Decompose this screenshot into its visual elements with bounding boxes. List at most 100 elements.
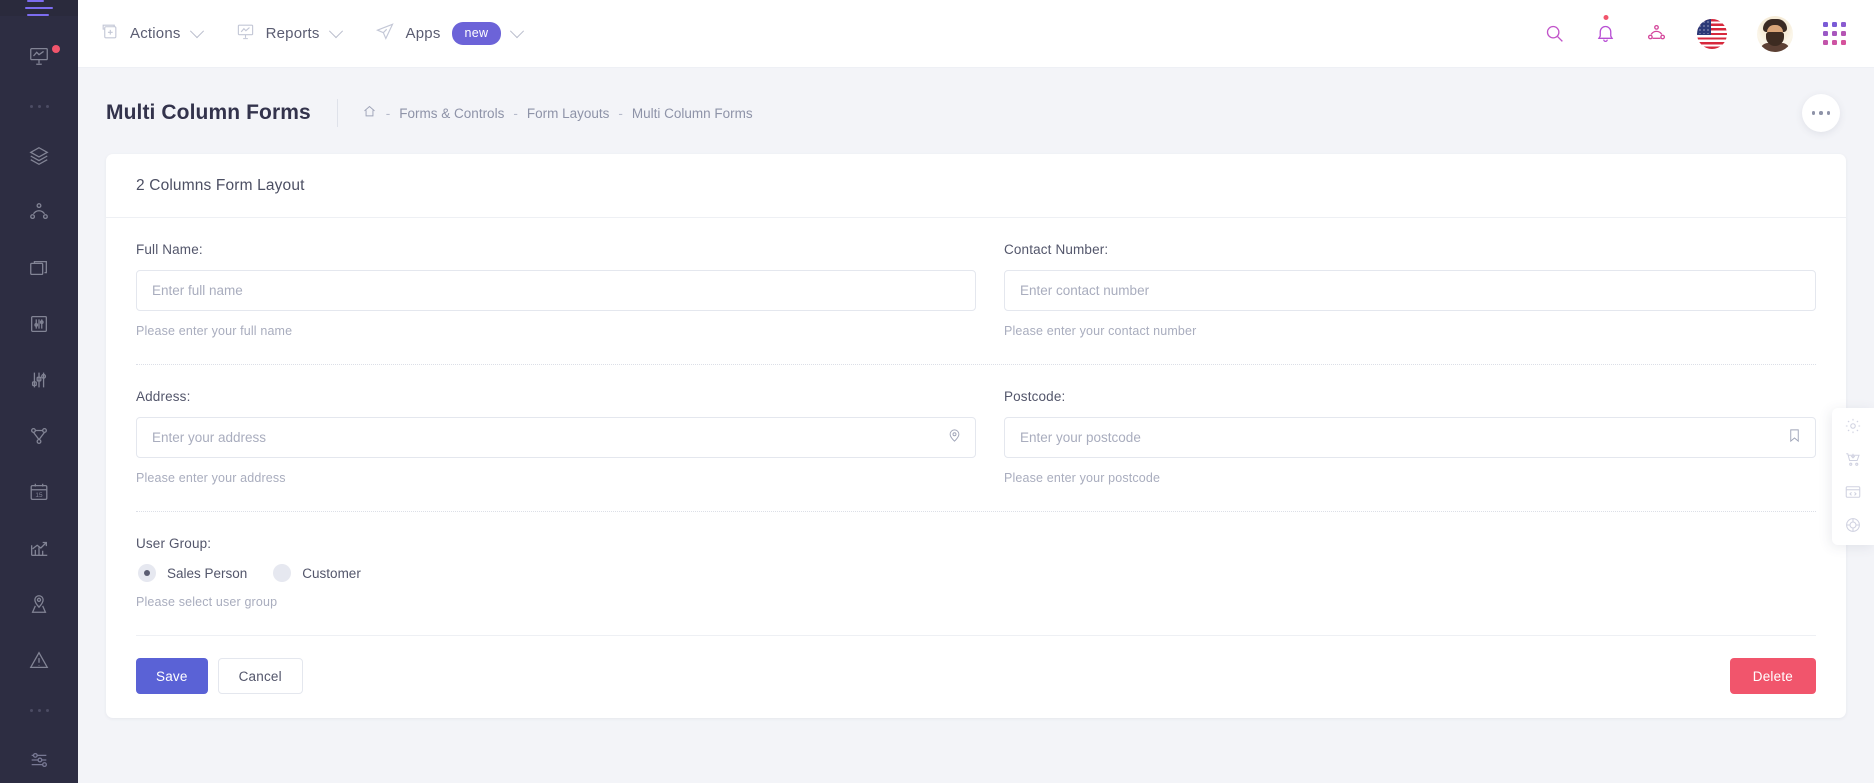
sidebar-item-share-nodes[interactable]	[0, 408, 78, 464]
address-input[interactable]	[136, 417, 976, 458]
code-window-icon[interactable]	[1844, 483, 1862, 501]
field-help-text: Please select user group	[136, 595, 1816, 609]
breadcrumb-item-current: Multi Column Forms	[632, 106, 753, 121]
sidebar-item-calendar[interactable]: 15	[0, 464, 78, 520]
flag-us-icon[interactable]	[1697, 19, 1727, 49]
sidebar-item-warning[interactable]	[0, 632, 78, 688]
presentation-chart-icon	[236, 22, 255, 46]
form-card: 2 Columns Form Layout Full Name: Please …	[106, 154, 1846, 718]
field-label: Contact Number:	[1004, 242, 1816, 257]
sidebar-item-settings[interactable]	[0, 732, 78, 783]
breadcrumb-item-forms-controls[interactable]: Forms & Controls	[399, 106, 504, 121]
full-name-input[interactable]	[136, 270, 976, 311]
contact-number-input[interactable]	[1004, 270, 1816, 311]
header-divider	[337, 99, 338, 127]
home-icon[interactable]	[362, 104, 377, 122]
radio-label: Sales Person	[167, 566, 247, 581]
cancel-button[interactable]: Cancel	[218, 658, 303, 694]
field-help-text: Please enter your postcode	[1004, 471, 1816, 485]
page-more-button[interactable]	[1802, 94, 1840, 132]
topbar-right-icons	[1544, 16, 1846, 52]
notification-dot	[1603, 15, 1608, 20]
radio-option-customer[interactable]: Customer	[273, 564, 361, 582]
postcode-input[interactable]	[1004, 417, 1816, 458]
sidebar-item-sliders[interactable]	[0, 352, 78, 408]
field-help-text: Please enter your full name	[136, 324, 976, 338]
nav-item-apps[interactable]: Apps new	[375, 21, 523, 46]
bell-icon[interactable]	[1595, 23, 1616, 44]
form-card-title: 2 Columns Form Layout	[136, 177, 1816, 195]
svg-text:15: 15	[35, 492, 43, 499]
sidebar-separator-1	[0, 84, 78, 128]
form-card-footer: Save Cancel Delete	[106, 636, 1846, 718]
breadcrumb: - Forms & Controls - Form Layouts - Mult…	[362, 104, 753, 122]
breadcrumb-item-form-layouts[interactable]: Form Layouts	[527, 106, 610, 121]
paper-plane-icon	[375, 21, 395, 46]
chevron-down-icon[interactable]	[510, 24, 524, 38]
shopping-cart-icon[interactable]	[1844, 450, 1862, 468]
share-circle-icon[interactable]	[1646, 23, 1667, 44]
form-field-postcode: Postcode: Please enter your postcode	[976, 365, 1816, 511]
sidebar-item-share[interactable]	[0, 184, 78, 240]
nav-label-reports: Reports	[266, 25, 320, 42]
page-header: Multi Column Forms - Forms & Controls - …	[78, 68, 1874, 154]
avatar[interactable]	[1757, 16, 1793, 52]
sidebar-logo[interactable]	[0, 0, 78, 16]
breadcrumb-separator: -	[386, 106, 391, 121]
sidebar-badge-dot	[52, 45, 60, 53]
gear-icon[interactable]	[1844, 417, 1862, 435]
breadcrumb-separator: -	[618, 106, 623, 121]
form-row: Full Name: Please enter your full name C…	[136, 218, 1816, 365]
chevron-down-icon[interactable]	[190, 24, 204, 38]
form-card-header: 2 Columns Form Layout	[106, 154, 1846, 218]
sidebar-item-windows[interactable]	[0, 240, 78, 296]
nav-item-actions[interactable]: Actions	[100, 22, 202, 46]
field-help-text: Please enter your contact number	[1004, 324, 1816, 338]
form-card-body: Full Name: Please enter your full name C…	[106, 218, 1846, 636]
user-group-radio-set: Sales Person Customer	[138, 564, 1816, 582]
app-root: 15	[0, 0, 1874, 783]
topbar-nav-group: Actions Reports	[100, 21, 522, 46]
sidebar-items: 15	[0, 28, 78, 783]
search-icon[interactable]	[1544, 23, 1565, 44]
page-title: Multi Column Forms	[106, 101, 311, 125]
nav-label-apps: Apps	[406, 25, 441, 42]
main-area: Actions Reports	[78, 0, 1874, 783]
left-sidebar: 15	[0, 0, 78, 783]
floating-tools-panel	[1832, 408, 1874, 545]
field-label: Address:	[136, 389, 976, 404]
top-navigation-bar: Actions Reports	[78, 0, 1874, 68]
field-label: User Group:	[136, 536, 1816, 551]
form-field-address: Address: Please enter your address	[136, 365, 976, 511]
content-area: 2 Columns Form Layout Full Name: Please …	[78, 154, 1874, 763]
delete-button[interactable]: Delete	[1730, 658, 1816, 694]
radio-label: Customer	[302, 566, 361, 581]
radio-option-sales-person[interactable]: Sales Person	[138, 564, 247, 582]
field-label: Full Name:	[136, 242, 976, 257]
form-field-full-name: Full Name: Please enter your full name	[136, 218, 976, 364]
nav-item-reports[interactable]: Reports	[236, 22, 341, 46]
sidebar-item-dashboard[interactable]	[0, 28, 78, 84]
nav-label-actions: Actions	[130, 25, 181, 42]
color-wheel-icon[interactable]	[1844, 516, 1862, 534]
hamburger-icon[interactable]	[25, 0, 53, 16]
form-field-contact-number: Contact Number: Please enter your contac…	[976, 218, 1816, 364]
sidebar-item-equalizer[interactable]	[0, 296, 78, 352]
form-field-user-group: User Group: Sales Person Customer	[136, 512, 1816, 635]
sidebar-item-layers[interactable]	[0, 128, 78, 184]
field-help-text: Please enter your address	[136, 471, 976, 485]
save-button[interactable]: Save	[136, 658, 208, 694]
form-row: Address: Please enter your address	[136, 365, 1816, 512]
sidebar-item-location[interactable]	[0, 576, 78, 632]
sidebar-item-growth[interactable]	[0, 520, 78, 576]
radio-indicator-selected[interactable]	[138, 564, 156, 582]
radio-indicator[interactable]	[273, 564, 291, 582]
nav-badge-new: new	[452, 22, 502, 45]
breadcrumb-separator: -	[513, 106, 518, 121]
chevron-down-icon[interactable]	[328, 24, 342, 38]
sidebar-separator-2	[0, 688, 78, 732]
form-row: User Group: Sales Person Customer	[136, 512, 1816, 636]
page-footer	[78, 763, 1874, 783]
field-label: Postcode:	[1004, 389, 1816, 404]
app-grid-icon[interactable]	[1823, 22, 1846, 45]
